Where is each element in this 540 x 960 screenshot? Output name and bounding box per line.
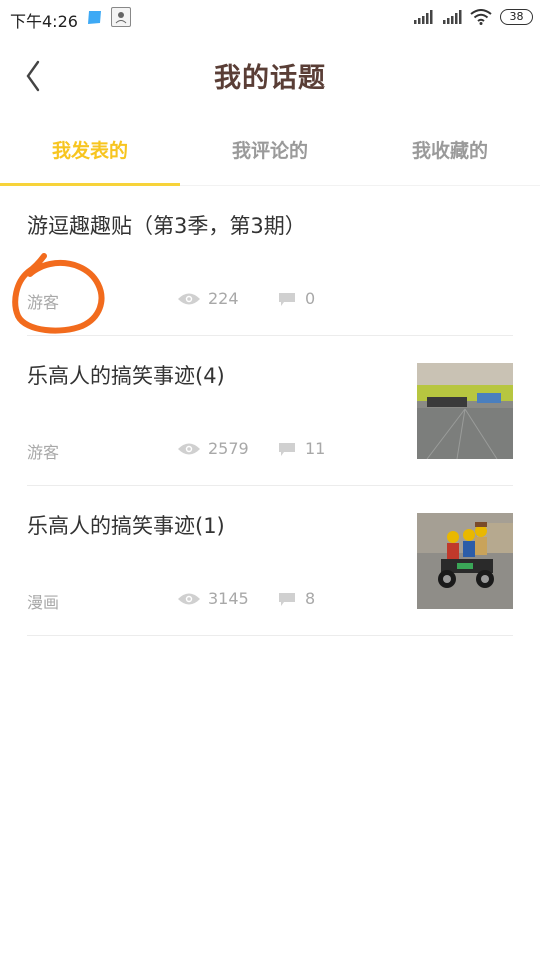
app-notification-icon (88, 11, 101, 24)
app-notification-icon (111, 7, 131, 27)
status-time: 下午4:26 (10, 12, 78, 31)
signal-icon (414, 10, 433, 24)
comments-count: 11 (305, 439, 326, 458)
page-title: 我的话题 (214, 63, 326, 94)
views-count: 2579 (208, 439, 249, 458)
comment-icon (279, 443, 295, 456)
comments-count: 8 (305, 589, 316, 608)
eye-icon (178, 293, 200, 305)
status-bar: 下午4:26 38 (0, 0, 540, 36)
header: 我的话题 (0, 36, 540, 116)
topic-list: 游逗趣趣贴（第3季，第3期） 游客 224 0 乐高人的搞笑事迹(4) 游客 2… (0, 186, 540, 636)
post-meta: 游客 224 0 (27, 289, 427, 313)
tab-my-favorites[interactable]: 我收藏的 (360, 124, 540, 186)
post-title[interactable]: 游逗趣趣贴（第3季，第3期） (27, 210, 306, 240)
eye-icon (178, 443, 200, 455)
post-title[interactable]: 乐高人的搞笑事迹(4) (27, 360, 225, 390)
post-meta: 漫画 3145 8 (27, 589, 427, 613)
list-item[interactable]: 乐高人的搞笑事迹(4) 游客 2579 11 (27, 336, 513, 486)
wifi-icon (470, 9, 492, 25)
eye-icon (178, 593, 200, 605)
views-count: 224 (208, 289, 239, 308)
comment-icon (279, 593, 295, 606)
battery-icon: 38 (500, 9, 533, 25)
post-thumbnail[interactable] (417, 513, 513, 609)
post-meta: 游客 2579 11 (27, 439, 427, 463)
comment-icon (279, 293, 295, 306)
post-title[interactable]: 乐高人的搞笑事迹(1) (27, 510, 225, 540)
views-count: 3145 (208, 589, 249, 608)
post-category: 游客 (27, 293, 60, 312)
post-category: 游客 (27, 443, 60, 462)
post-thumbnail[interactable] (417, 363, 513, 459)
list-item[interactable]: 乐高人的搞笑事迹(1) 漫画 3145 8 (27, 486, 513, 636)
post-category: 漫画 (27, 593, 60, 612)
signal-icon (443, 10, 462, 24)
tab-my-comments[interactable]: 我评论的 (180, 124, 360, 186)
tab-my-posts[interactable]: 我发表的 (0, 124, 180, 186)
tab-bar: 我发表的 我评论的 我收藏的 (0, 124, 540, 186)
list-item[interactable]: 游逗趣趣贴（第3季，第3期） 游客 224 0 (27, 186, 513, 336)
comments-count: 0 (305, 289, 316, 308)
